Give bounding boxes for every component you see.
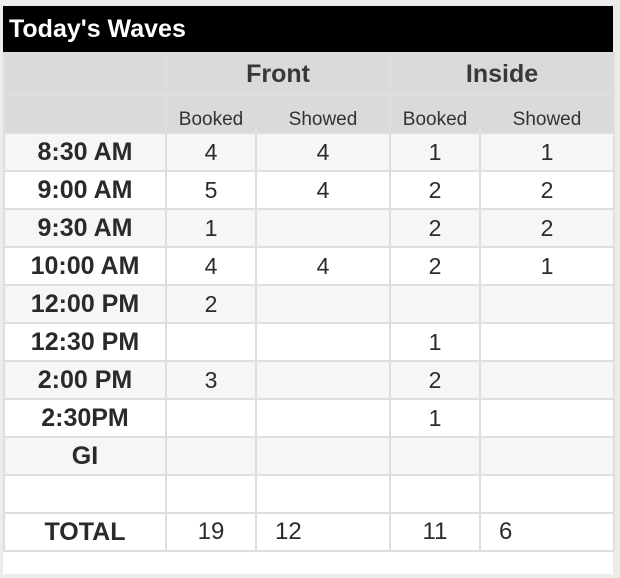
front-booked-cell[interactable]: 3 bbox=[165, 360, 257, 400]
front-booked-cell[interactable]: 4 bbox=[165, 132, 257, 172]
subheader-inside-booked: Booked bbox=[389, 94, 481, 134]
table-row: 2:00 PM 3 2 bbox=[3, 360, 615, 400]
table-row: 12:00 PM 2 bbox=[3, 284, 615, 324]
front-booked-cell[interactable] bbox=[165, 436, 257, 476]
time-slot-cell[interactable]: 2:30PM bbox=[3, 398, 167, 438]
inside-showed-cell[interactable]: 1 bbox=[479, 246, 615, 286]
inside-showed-cell[interactable] bbox=[479, 360, 615, 400]
front-showed-cell[interactable] bbox=[255, 322, 391, 362]
corner-cell bbox=[3, 52, 167, 96]
front-showed-cell[interactable]: 4 bbox=[255, 170, 391, 210]
total-inside-showed: 6 bbox=[479, 512, 615, 552]
inside-booked-cell[interactable] bbox=[389, 436, 481, 476]
inside-showed-cell[interactable]: 2 bbox=[479, 208, 615, 248]
total-row: TOTAL 19 12 11 6 bbox=[3, 512, 615, 552]
front-showed-cell[interactable] bbox=[255, 208, 391, 248]
inside-booked-cell[interactable]: 2 bbox=[389, 360, 481, 400]
total-inside-booked: 11 bbox=[389, 512, 481, 552]
time-slot-cell[interactable]: 12:00 PM bbox=[3, 284, 167, 324]
front-showed-cell[interactable] bbox=[255, 284, 391, 324]
table-row: 9:00 AM 5 4 2 2 bbox=[3, 170, 615, 210]
inside-booked-cell[interactable]: 2 bbox=[389, 208, 481, 248]
front-showed-cell[interactable] bbox=[255, 436, 391, 476]
subheader-front-showed: Showed bbox=[255, 94, 391, 134]
time-slot-cell[interactable]: 9:00 AM bbox=[3, 170, 167, 210]
table-row: 2:30PM 1 bbox=[3, 398, 615, 438]
front-showed-cell[interactable] bbox=[255, 360, 391, 400]
group-header-front: Front bbox=[165, 52, 391, 96]
time-slot-cell[interactable]: 8:30 AM bbox=[3, 132, 167, 172]
inside-booked-cell[interactable]: 1 bbox=[389, 132, 481, 172]
subheader-row: Booked Showed Booked Showed bbox=[3, 94, 615, 134]
time-slot-cell[interactable]: 2:00 PM bbox=[3, 360, 167, 400]
inside-showed-cell[interactable] bbox=[479, 322, 615, 362]
subheader-front-booked: Booked bbox=[165, 94, 257, 134]
front-booked-cell[interactable] bbox=[165, 322, 257, 362]
front-booked-cell[interactable]: 1 bbox=[165, 208, 257, 248]
group-header-inside: Inside bbox=[389, 52, 615, 96]
inside-booked-cell[interactable]: 1 bbox=[389, 322, 481, 362]
inside-showed-cell[interactable]: 1 bbox=[479, 132, 615, 172]
inside-booked-cell[interactable] bbox=[389, 284, 481, 324]
inside-booked-cell[interactable]: 1 bbox=[389, 398, 481, 438]
total-front-showed: 12 bbox=[255, 512, 391, 552]
inside-booked-cell[interactable]: 2 bbox=[389, 170, 481, 210]
inside-booked-cell[interactable]: 2 bbox=[389, 246, 481, 286]
time-slot-cell[interactable]: GI bbox=[3, 436, 167, 476]
table-row: 10:00 AM 4 4 2 1 bbox=[3, 246, 615, 286]
time-slot-cell[interactable]: 12:30 PM bbox=[3, 322, 167, 362]
front-showed-cell[interactable]: 4 bbox=[255, 246, 391, 286]
corner-cell bbox=[3, 94, 167, 134]
front-booked-cell[interactable]: 5 bbox=[165, 170, 257, 210]
sheet-title: Today's Waves bbox=[3, 6, 613, 52]
time-slot-cell[interactable]: 10:00 AM bbox=[3, 246, 167, 286]
waves-table: Front Inside Booked Showed Booked Showed… bbox=[3, 52, 615, 552]
time-slot-cell[interactable] bbox=[3, 474, 167, 514]
table-row: 9:30 AM 1 2 2 bbox=[3, 208, 615, 248]
table-row: GI bbox=[3, 436, 615, 476]
inside-showed-cell[interactable] bbox=[479, 436, 615, 476]
table-row: 8:30 AM 4 4 1 1 bbox=[3, 132, 615, 172]
front-showed-cell[interactable] bbox=[255, 474, 391, 514]
front-booked-cell[interactable] bbox=[165, 474, 257, 514]
time-slot-cell[interactable]: 9:30 AM bbox=[3, 208, 167, 248]
inside-showed-cell[interactable] bbox=[479, 398, 615, 438]
inside-showed-cell[interactable] bbox=[479, 284, 615, 324]
total-front-booked: 19 bbox=[165, 512, 257, 552]
inside-showed-cell[interactable] bbox=[479, 474, 615, 514]
total-label: TOTAL bbox=[3, 512, 167, 552]
group-header-row: Front Inside bbox=[3, 52, 615, 96]
front-showed-cell[interactable] bbox=[255, 398, 391, 438]
inside-booked-cell[interactable] bbox=[389, 474, 481, 514]
front-booked-cell[interactable]: 4 bbox=[165, 246, 257, 286]
subheader-inside-showed: Showed bbox=[479, 94, 615, 134]
front-booked-cell[interactable]: 2 bbox=[165, 284, 257, 324]
table-row: 12:30 PM 1 bbox=[3, 322, 615, 362]
table-row bbox=[3, 474, 615, 514]
front-showed-cell[interactable]: 4 bbox=[255, 132, 391, 172]
waves-sheet: Today's Waves Front Inside Booked Showed… bbox=[3, 6, 615, 574]
front-booked-cell[interactable] bbox=[165, 398, 257, 438]
inside-showed-cell[interactable]: 2 bbox=[479, 170, 615, 210]
